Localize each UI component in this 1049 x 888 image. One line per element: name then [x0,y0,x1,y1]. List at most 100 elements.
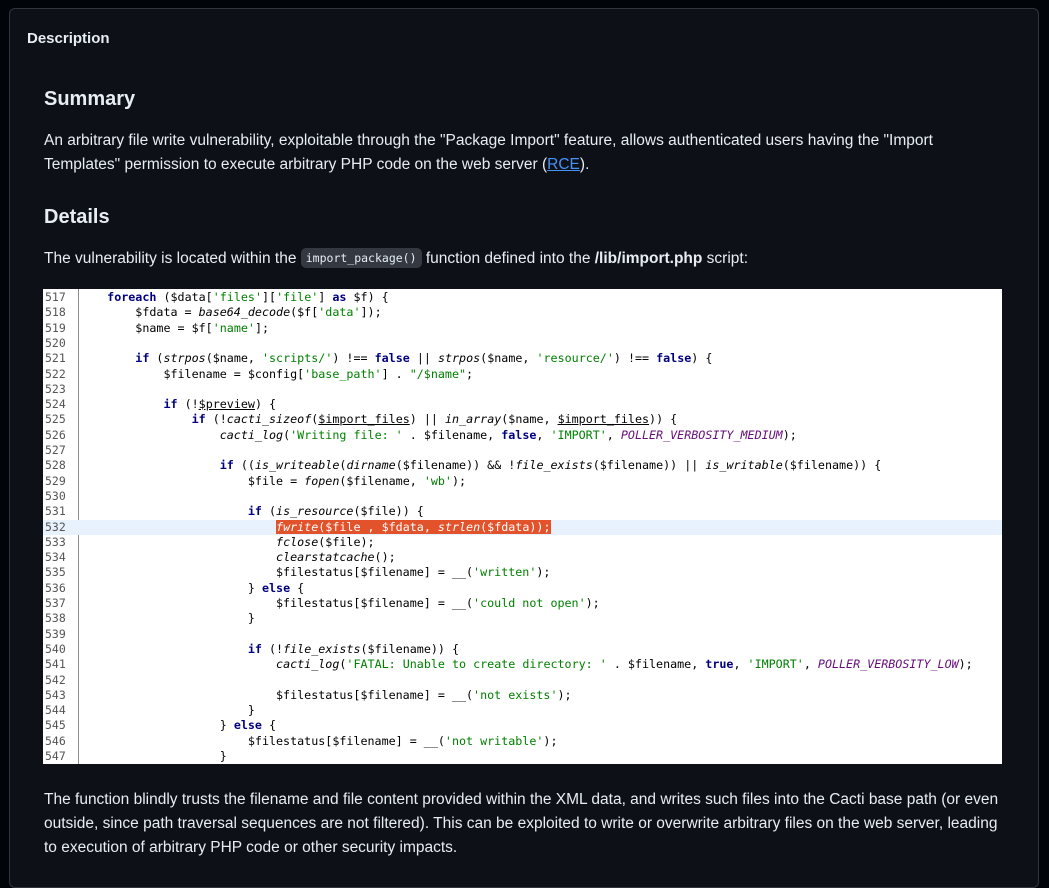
line-number: 522 [45,366,66,381]
code-line: 522 $filename = $config['base_path'] . "… [43,367,1002,382]
code-line: 521 if (strpos($name, 'scripts/') !== fa… [43,351,1002,366]
summary-paragraph: An arbitrary file write vulnerability, e… [44,129,1009,177]
code-text: $file = fopen($filename, 'wb'); [79,473,467,488]
line-number: 539 [45,626,66,641]
summary-heading: Summary [44,88,136,110]
code-line: 535 $filestatus[$filename] = __('written… [43,565,1002,580]
code-text: $filestatus[$filename] = __('written'); [79,565,551,580]
code-line: 531 if (is_resource($file)) { [43,504,1002,519]
line-number: 532 [45,519,66,534]
line-number: 528 [45,458,66,473]
line-number: 542 [45,672,66,687]
line-number: 535 [45,565,66,580]
code-text: } [79,611,255,626]
line-number: 525 [45,412,66,427]
code-text: $filename = $config['base_path'] . "/$na… [79,366,474,381]
code-text: } else { [79,718,277,733]
panel-header: Description [27,30,110,47]
code-text: } [79,749,227,763]
line-number: 545 [45,718,66,733]
code-line: 527 [43,443,1002,458]
code-line: 525 if (!cacti_sizeof($import_files) || … [43,412,1002,427]
code-text: foreach ($data['files']['file'] as $f) { [107,290,389,304]
line-number: 521 [45,351,66,366]
line-number: 520 [45,335,66,350]
line-number: 546 [45,733,66,748]
line-number: 524 [45,397,66,412]
line-number: 527 [45,443,66,457]
code-line: 534 clearstatcache(); [43,550,1002,565]
code-text: cacti_log('FATAL: Unable to create direc… [276,657,973,672]
code-line: 533 fclose($file); [43,535,1002,550]
code-line: 541 cacti_log('FATAL: Unable to create d… [43,657,1002,672]
line-number: 519 [45,320,66,335]
code-line: 542 [43,673,1002,688]
code-text: clearstatcache(); [276,550,396,565]
line-number: 526 [45,427,66,442]
line-number: 537 [45,596,66,610]
file-path: /lib/import.php [594,250,703,267]
line-number: 523 [45,381,66,396]
code-text: } [79,703,255,718]
intro-middle: function defined into the [421,250,595,267]
code-text: if (!file_exists($filename)) { [247,641,460,656]
rce-link[interactable]: RCE [547,156,580,173]
line-number: 541 [45,657,66,672]
code-line: 543 $filestatus[$filename] = __('not exi… [43,688,1002,703]
code-line: 519 $name = $f['name']; [43,321,1002,336]
line-number: 533 [45,534,66,549]
details-explanation: The function blindly trusts the filename… [44,791,999,856]
summary-text-before: An arbitrary file write vulnerability, e… [44,132,933,173]
code-text: if (strpos($name, 'scripts/') !== false … [135,351,713,366]
code-text: cacti_log('Writing file: ' . $filename, … [219,427,797,442]
line-number: 518 [45,305,66,320]
code-line: 523 [43,382,1002,397]
line-number: 529 [45,473,66,488]
highlighted-fwrite-call: fwrite($file , $fdata, strlen($fdata)); [276,519,551,534]
code-line: 526 cacti_log('Writing file: ' . $filena… [43,428,1002,443]
code-line: 524 if (!$preview) { [43,397,1002,412]
code-line: 540 if (!file_exists($filename)) { [43,642,1002,657]
line-number: 543 [45,687,66,702]
line-number: 517 [45,290,66,304]
details-heading: Details [44,206,110,228]
code-line: 529 $file = fopen($filename, 'wb'); [43,474,1002,489]
code-text: if (!cacti_sizeof($import_files) || in_a… [191,412,678,427]
code-line: 544 } [43,703,1002,718]
line-number: 538 [45,611,66,626]
code-text: fwrite($file , $fdata, strlen($fdata)); [79,519,551,535]
code-text: $fdata = base64_decode($f['data']); [79,305,382,320]
code-line: 545 } else { [43,718,1002,733]
code-line: 517 foreach ($data['files']['file'] as $… [43,290,1002,305]
line-number: 544 [45,703,66,718]
intro-after: script: [702,250,749,267]
line-number: 530 [45,488,66,503]
code-text: $filestatus[$filename] = __('not writabl… [79,733,558,748]
line-number: 531 [45,504,66,519]
code-text: if (is_resource($file)) { [247,504,424,519]
inline-code-import-package: import_package() [300,248,422,268]
code-line: 537 $filestatus[$filename] = __('could n… [43,596,1002,611]
intro-before: The vulnerability is located within the [44,250,301,267]
code-screenshot: 517 foreach ($data['files']['file'] as $… [43,289,1002,764]
code-line: 520 [43,336,1002,351]
code-line: 539 [43,627,1002,642]
code-line: 530 [43,489,1002,504]
line-number: 547 [45,749,66,763]
code-text: } else { [79,580,305,595]
details-intro: The vulnerability is located within the … [44,247,1009,271]
code-line: 538 } [43,611,1002,626]
code-text: if (!$preview) { [163,397,277,412]
line-number: 540 [45,641,66,656]
code-text: if ((is_writeable(dirname($filename)) &&… [219,458,882,473]
code-line: 546 $filestatus[$filename] = __('not wri… [43,734,1002,749]
code-text: $name = $f['name']; [79,320,270,335]
code-line: 532 fwrite($file , $fdata, strlen($fdata… [43,519,1002,535]
line-number: 536 [45,580,66,595]
code-line: 518 $fdata = base64_decode($f['data']); [43,305,1002,320]
code-text: $filestatus[$filename] = __('not exists'… [79,687,572,702]
code-text: $filestatus[$filename] = __('could not o… [79,596,600,610]
code-text: fclose($file); [276,534,375,549]
code-line: 547 } [43,749,1002,764]
code-line: 536 } else { [43,581,1002,596]
